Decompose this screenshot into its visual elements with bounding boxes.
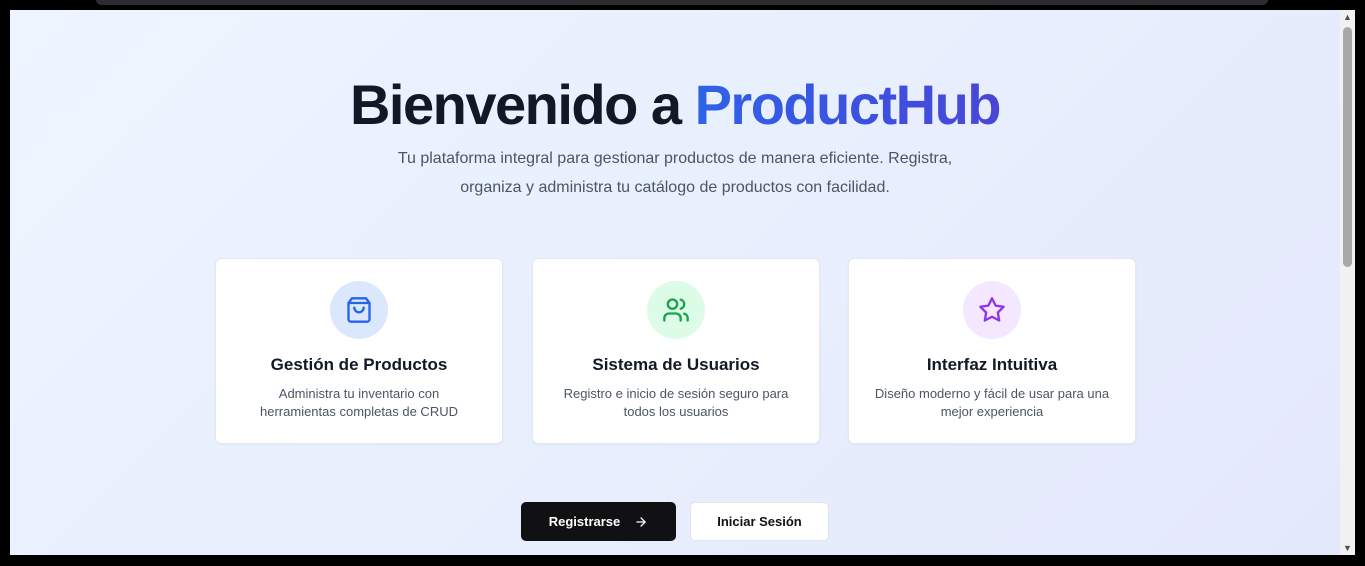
feature-description: Diseño moderno y fácil de usar para una … bbox=[869, 385, 1115, 421]
feature-description: Registro e inicio de sesión seguro para … bbox=[553, 385, 799, 421]
hero-subtitle-line: organiza y administra tu catálogo de pro… bbox=[460, 179, 890, 196]
feature-description-line: Registro e inicio de sesión seguro para bbox=[563, 386, 789, 401]
feature-card-products: Gestión de Productos Administra tu inven… bbox=[215, 258, 503, 444]
feature-title: Sistema de Usuarios bbox=[592, 355, 760, 374]
hero-title: Bienvenido a ProductHub bbox=[10, 65, 1340, 145]
feature-description-line: mejor experiencia bbox=[940, 404, 1044, 419]
hero-subtitle: Tu plataforma integral para gestionar pr… bbox=[365, 144, 985, 202]
scroll-down-arrow-icon[interactable]: ▼ bbox=[1340, 541, 1355, 555]
vertical-scrollbar[interactable]: ▲ ▼ bbox=[1340, 10, 1355, 555]
page-viewport: Bienvenido a ProductHub Tu plataforma in… bbox=[10, 10, 1340, 555]
shopping-bag-icon bbox=[347, 297, 371, 323]
feature-description-line: herramientas completas de CRUD bbox=[260, 404, 458, 419]
feature-icon-circle bbox=[647, 281, 705, 339]
browser-toolbar-edge bbox=[96, 0, 1268, 5]
scrollbar-thumb[interactable] bbox=[1343, 27, 1352, 267]
window-bottom-edge bbox=[0, 555, 1365, 566]
register-button[interactable]: Registrarse bbox=[521, 502, 676, 541]
star-icon bbox=[979, 297, 1005, 322]
feature-icon-circle bbox=[330, 281, 388, 339]
feature-description: Administra tu inventario con herramienta… bbox=[236, 385, 482, 421]
feature-description-line: todos los usuarios bbox=[623, 404, 729, 419]
feature-title: Interfaz Intuitiva bbox=[926, 355, 1058, 374]
feature-description-line: Administra tu inventario con bbox=[278, 386, 440, 401]
register-button-label: Registrarse bbox=[548, 514, 621, 529]
feature-card-interface: Interfaz Intuitiva Diseño moderno y fáci… bbox=[848, 258, 1136, 444]
window-right-edge bbox=[1355, 0, 1365, 566]
hero-subtitle-line: Tu plataforma integral para gestionar pr… bbox=[397, 150, 953, 167]
feature-card-users: Sistema de Usuarios Registro e inicio de… bbox=[532, 258, 820, 444]
hero-title-prefix: Bienvenido a bbox=[349, 73, 695, 136]
login-button[interactable]: Iniciar Sesión bbox=[690, 502, 829, 541]
login-button-label: Iniciar Sesión bbox=[717, 514, 802, 529]
feature-description-line: Diseño moderno y fácil de usar para una bbox=[874, 386, 1110, 401]
scroll-up-arrow-icon[interactable]: ▲ bbox=[1340, 10, 1355, 24]
feature-title: Gestión de Productos bbox=[270, 355, 448, 374]
brand-name: ProductHub bbox=[694, 73, 1002, 136]
feature-icon-circle bbox=[963, 281, 1021, 339]
users-icon bbox=[663, 298, 689, 322]
features-grid: Gestión de Productos Administra tu inven… bbox=[215, 258, 1136, 444]
arrow-right-icon bbox=[636, 516, 646, 527]
